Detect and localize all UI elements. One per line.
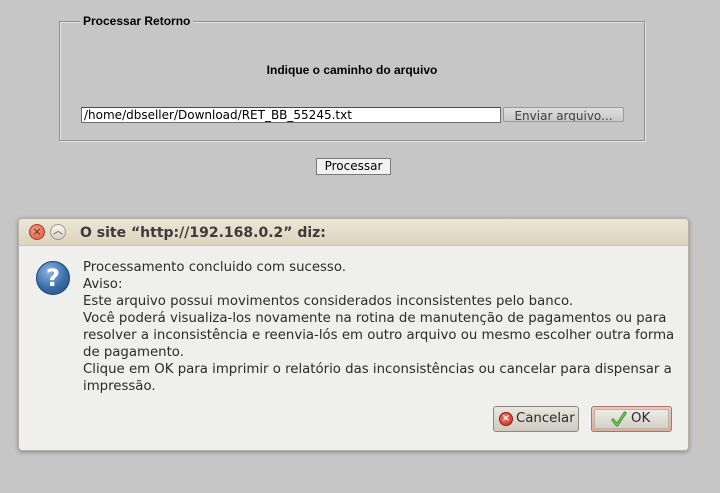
message-line: impressão. (83, 379, 156, 394)
cancel-icon: × (499, 412, 513, 426)
process-button[interactable]: Processar (316, 158, 391, 175)
close-window-icon[interactable]: × (29, 224, 45, 240)
question-icon: ? (36, 261, 70, 295)
dialog-message: Processamento concluido com sucesso. Avi… (83, 259, 683, 395)
cancel-button[interactable]: × Cancelar (493, 406, 579, 432)
browse-file-button[interactable]: Enviar arquivo... (503, 107, 624, 122)
message-line: Processamento concluido com sucesso. (83, 260, 346, 275)
cancel-button-label: Cancelar (516, 411, 575, 426)
message-line: de pagamento. (83, 345, 184, 360)
file-path-input[interactable]: /home/dbseller/Download/RET_BB_55245.txt (81, 107, 501, 123)
message-line: Aviso: (83, 277, 123, 292)
maximize-window-icon[interactable]: ︿ (50, 224, 66, 240)
dialog-title: O site “http://192.168.0.2” diz: (80, 225, 326, 241)
ok-button[interactable]: OK (591, 406, 672, 432)
processar-retorno-fieldset: Processar Retorno Indique o caminho do a… (59, 14, 645, 141)
dialog-titlebar: × ︿ O site “http://192.168.0.2” diz: (19, 219, 688, 246)
ok-button-label: OK (631, 411, 651, 426)
alert-dialog: × ︿ O site “http://192.168.0.2” diz: ? P… (18, 218, 689, 451)
message-line: Você poderá visualiza-los novamente na r… (83, 311, 667, 326)
message-line: Este arquivo possui movimentos considera… (83, 294, 574, 309)
checkmark-icon (611, 411, 627, 427)
fieldset-legend: Processar Retorno (80, 14, 194, 29)
message-line: Clique em OK para imprimir o relatório d… (83, 362, 672, 377)
message-line: resolver a inconsistência e reenvia-lós … (83, 328, 675, 343)
file-path-instruction: Indique o caminho do arquivo (266, 63, 438, 77)
